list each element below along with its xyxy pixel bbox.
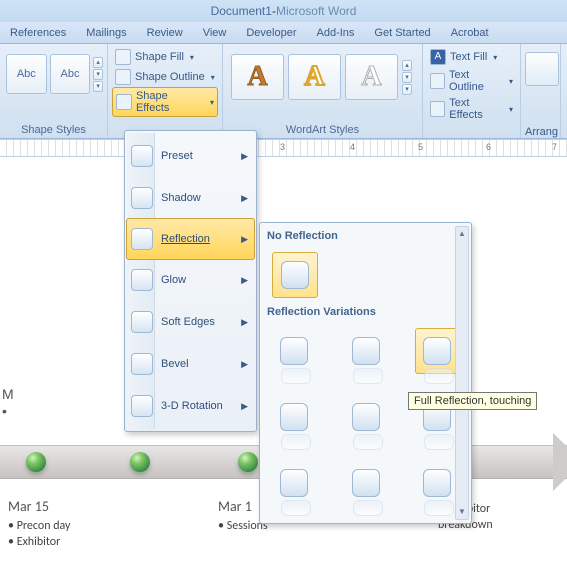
wordart-commands: AText Fill▾ Text Outline▾ Text Effects▾ (423, 44, 521, 138)
shape-style-preset-2[interactable]: Abc (50, 54, 91, 94)
menu-item-preset[interactable]: Preset▶ (127, 135, 254, 177)
thumb-icon (280, 403, 308, 431)
text-fill-button[interactable]: AText Fill▾ (427, 47, 516, 67)
reflection-variation-1[interactable] (272, 328, 316, 374)
doc-text-fragment: M • (2, 386, 14, 420)
text-outline-button[interactable]: Text Outline▾ (427, 67, 516, 95)
reflection-variation-5[interactable] (344, 394, 388, 440)
bucket-icon (115, 49, 131, 65)
arrow-head-icon (553, 433, 567, 491)
shape-effects-button[interactable]: Shape Effects▾ (112, 87, 218, 117)
group-label-shape-styles: Shape Styles (4, 124, 103, 138)
reflection-variation-2[interactable] (344, 328, 388, 374)
thumb-icon (423, 469, 451, 497)
document-name: Document1 (211, 4, 272, 18)
reflection-variation-3[interactable] (415, 328, 459, 374)
gallery-section-variations: Reflection Variations (264, 302, 467, 324)
reflection-none[interactable] (272, 252, 318, 298)
chevron-right-icon: ▶ (241, 193, 248, 204)
col-item: Precon day (8, 518, 112, 534)
scroll-down-icon[interactable]: ▼ (456, 505, 468, 519)
effects-icon (116, 94, 132, 110)
shape-style-preset-1[interactable]: Abc (6, 54, 47, 94)
thumb-icon (280, 469, 308, 497)
chevron-right-icon: ▶ (241, 359, 248, 370)
ribbon: Abc Abc ▴▾▾ Shape Styles Shape Fill▾ Sha… (0, 44, 567, 139)
menu-item-shadow[interactable]: Shadow▶ (127, 177, 254, 219)
thumb-icon (280, 337, 308, 365)
wordart-style-1[interactable]: A (231, 54, 284, 100)
arrange-label: Arrang (525, 126, 556, 138)
text-outline-icon (430, 73, 445, 89)
ruler: 3 4 5 6 7 (0, 139, 567, 157)
shape-effects-menu: Preset▶ Shadow▶ Reflection▶ Glow▶ Soft E… (124, 130, 257, 432)
pen-icon (115, 69, 131, 85)
group-shape-styles: Abc Abc ▴▾▾ Shape Styles (0, 44, 108, 138)
menu-item-reflection[interactable]: Reflection▶ (126, 218, 255, 260)
shape-outline-button[interactable]: Shape Outline▾ (112, 67, 218, 87)
col-item: Exhibitor (8, 534, 112, 550)
arrange-button[interactable] (525, 52, 559, 86)
timeline-marker-3 (238, 452, 258, 472)
thumb-icon (352, 337, 380, 365)
shape-fill-button[interactable]: Shape Fill▾ (112, 47, 218, 67)
tab-getstarted[interactable]: Get Started (364, 27, 440, 39)
chevron-right-icon: ▶ (241, 151, 248, 162)
group-wordart-styles: A A A ▴▾▾ WordArt Styles (223, 44, 423, 138)
text-fill-icon: A (430, 49, 446, 65)
thumb-icon (352, 469, 380, 497)
shape-style-gallery-more[interactable]: ▴▾▾ (93, 54, 103, 94)
gallery-section-no-reflection: No Reflection (264, 226, 467, 248)
chevron-right-icon: ▶ (241, 317, 248, 328)
chevron-right-icon: ▶ (241, 275, 248, 286)
menu-item-glow[interactable]: Glow▶ (127, 259, 254, 301)
menu-item-softedges[interactable]: Soft Edges▶ (127, 301, 254, 343)
thumb-icon (281, 261, 309, 289)
reflection-variation-9[interactable] (415, 460, 459, 506)
timeline-col-1: Mar 15 Precon day Exhibitor (0, 498, 120, 550)
wordart-gallery-more[interactable]: ▴▾▾ (402, 54, 412, 100)
tooltip: Full Reflection, touching (408, 392, 537, 410)
group-arrange: Arrang (521, 44, 561, 138)
thumb-icon (352, 403, 380, 431)
rotation-icon (131, 395, 153, 417)
reflection-icon (131, 228, 153, 250)
timeline-marker-1 (26, 452, 46, 472)
reflection-variation-7[interactable] (272, 460, 316, 506)
shape-commands: Shape Fill▾ Shape Outline▾ Shape Effects… (108, 44, 223, 138)
bevel-icon (131, 353, 153, 375)
wordart-style-3[interactable]: A (345, 54, 398, 100)
timeline-marker-2 (130, 452, 150, 472)
col-heading: Mar 15 (8, 498, 112, 515)
scroll-up-icon[interactable]: ▲ (456, 227, 468, 241)
tab-review[interactable]: Review (137, 27, 193, 39)
reflection-variation-4[interactable] (272, 394, 316, 440)
title-bar: Document1 - Microsoft Word (0, 0, 567, 22)
tab-view[interactable]: View (193, 27, 237, 39)
preset-icon (131, 145, 153, 167)
chevron-right-icon: ▶ (241, 234, 248, 245)
chevron-right-icon: ▶ (241, 401, 248, 412)
reflection-variation-8[interactable] (344, 460, 388, 506)
app-name: Microsoft Word (276, 4, 356, 18)
tab-acrobat[interactable]: Acrobat (441, 27, 499, 39)
thumb-icon (423, 337, 451, 365)
menu-item-3drotation[interactable]: 3-D Rotation▶ (127, 385, 254, 427)
tab-mailings[interactable]: Mailings (76, 27, 136, 39)
ribbon-tabs: References Mailings Review View Develope… (0, 22, 567, 44)
gallery-scrollbar[interactable]: ▲ ▼ (455, 226, 469, 520)
tab-developer[interactable]: Developer (236, 27, 306, 39)
shadow-icon (131, 187, 153, 209)
softedges-icon (131, 311, 153, 333)
menu-item-bevel[interactable]: Bevel▶ (127, 343, 254, 385)
reflection-gallery: No Reflection Reflection Variations ▲ ▼ (259, 222, 472, 524)
tab-addins[interactable]: Add-Ins (307, 27, 365, 39)
text-effects-icon (430, 101, 445, 117)
tab-references[interactable]: References (0, 27, 76, 39)
glow-icon (131, 269, 153, 291)
text-effects-button[interactable]: Text Effects▾ (427, 95, 516, 123)
wordart-style-2[interactable]: A (288, 54, 341, 100)
